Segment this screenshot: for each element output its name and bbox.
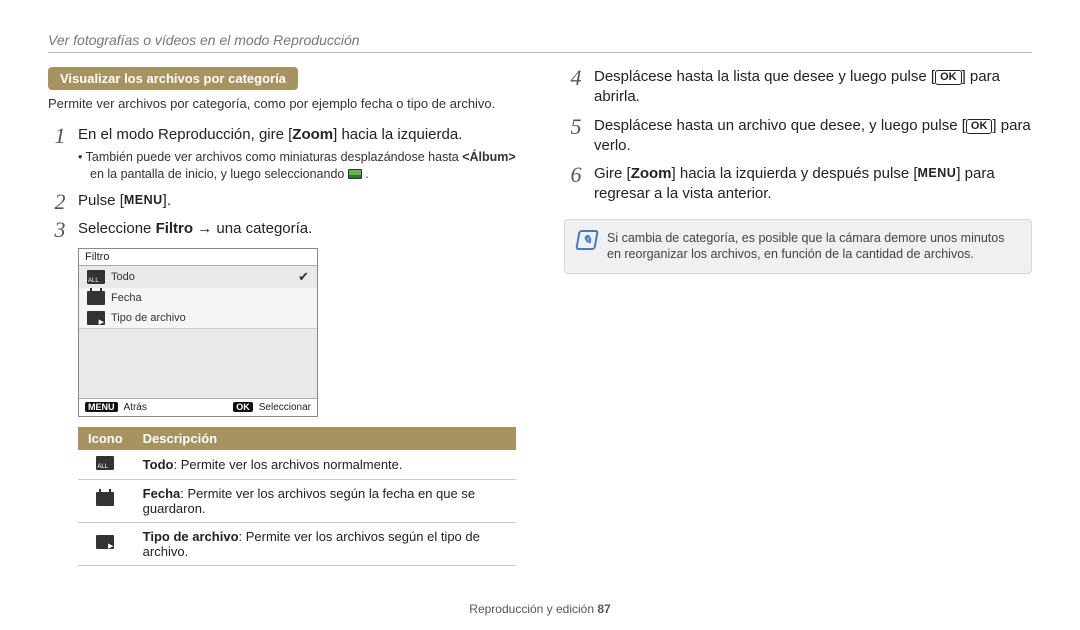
- calendar-icon: [87, 291, 105, 305]
- menu-key-icon: MENU: [124, 192, 163, 209]
- divider: [48, 52, 1032, 53]
- filetype-icon: [87, 311, 105, 325]
- lcd-item-fecha: Fecha: [79, 288, 317, 308]
- ok-key-icon: OK: [966, 119, 993, 134]
- step-number: 2: [48, 187, 72, 217]
- ok-key-icon: OK: [233, 402, 253, 412]
- step-number: 3: [48, 215, 72, 245]
- ok-key-icon: OK: [935, 70, 962, 85]
- breadcrumb: Ver fotografías o vídeos en el modo Repr…: [48, 32, 1032, 48]
- filetype-icon: [96, 535, 114, 549]
- table-row: Tipo de archivo: Permite ver los archivo…: [78, 522, 516, 565]
- info-note-text: Si cambia de categoría, es posible que l…: [607, 230, 1019, 264]
- section-subtitle: Permite ver archivos por categoría, como…: [48, 96, 516, 111]
- step-number: 6: [564, 160, 588, 190]
- album-icon: [348, 169, 362, 179]
- camera-lcd-screenshot: Filtro Todo ✔ Fecha Tipo de archivo: [78, 248, 318, 417]
- all-icon: [87, 270, 105, 284]
- step-3: 3 Seleccione Filtro → una categoría.: [48, 219, 516, 239]
- table-row: Todo: Permite ver los archivos normalmen…: [78, 450, 516, 480]
- table-row: Fecha: Permite ver los archivos según la…: [78, 479, 516, 522]
- manual-page: Ver fotografías o vídeos en el modo Repr…: [0, 0, 1080, 630]
- menu-key-icon: MENU: [85, 402, 118, 412]
- lcd-item-todo: Todo ✔: [79, 266, 317, 288]
- icon-description-table: Icono Descripción Todo: Permite ver los …: [78, 427, 516, 566]
- step-6: 6 Gire [Zoom] hacia la izquierda y despu…: [564, 164, 1032, 205]
- calendar-icon: [96, 492, 114, 506]
- lcd-item-tipo: Tipo de archivo: [79, 308, 317, 328]
- step-1-substep: También puede ver archivos como miniatur…: [78, 149, 516, 183]
- info-icon: ✎: [575, 230, 599, 250]
- step-1: 1 En el modo Reproducción, gire [Zoom] h…: [48, 125, 516, 183]
- lcd-footer: MENU Atrás OK Seleccionar: [79, 398, 317, 416]
- info-note: ✎ Si cambia de categoría, es posible que…: [564, 219, 1032, 275]
- page-footer: Reproducción y edición 87: [0, 602, 1080, 616]
- table-header-icon: Icono: [78, 427, 133, 450]
- left-column: Visualizar los archivos por categoría Pe…: [48, 67, 516, 566]
- table-header-desc: Descripción: [133, 427, 516, 450]
- step-number: 4: [564, 63, 588, 93]
- step-number: 1: [48, 121, 72, 151]
- section-title-pill: Visualizar los archivos por categoría: [48, 67, 298, 90]
- lcd-empty-area: [79, 328, 317, 398]
- right-column: 4 Desplácese hasta la lista que desee y …: [564, 67, 1032, 566]
- all-icon: [96, 456, 114, 470]
- menu-key-icon: MENU: [918, 165, 957, 182]
- step-5: 5 Desplácese hasta un archivo que desee,…: [564, 116, 1032, 157]
- step-number: 5: [564, 112, 588, 142]
- lcd-title: Filtro: [79, 249, 317, 266]
- check-icon: ✔: [298, 269, 309, 285]
- step-4: 4 Desplácese hasta la lista que desee y …: [564, 67, 1032, 108]
- step-2: 2 Pulse [MENU].: [48, 191, 516, 211]
